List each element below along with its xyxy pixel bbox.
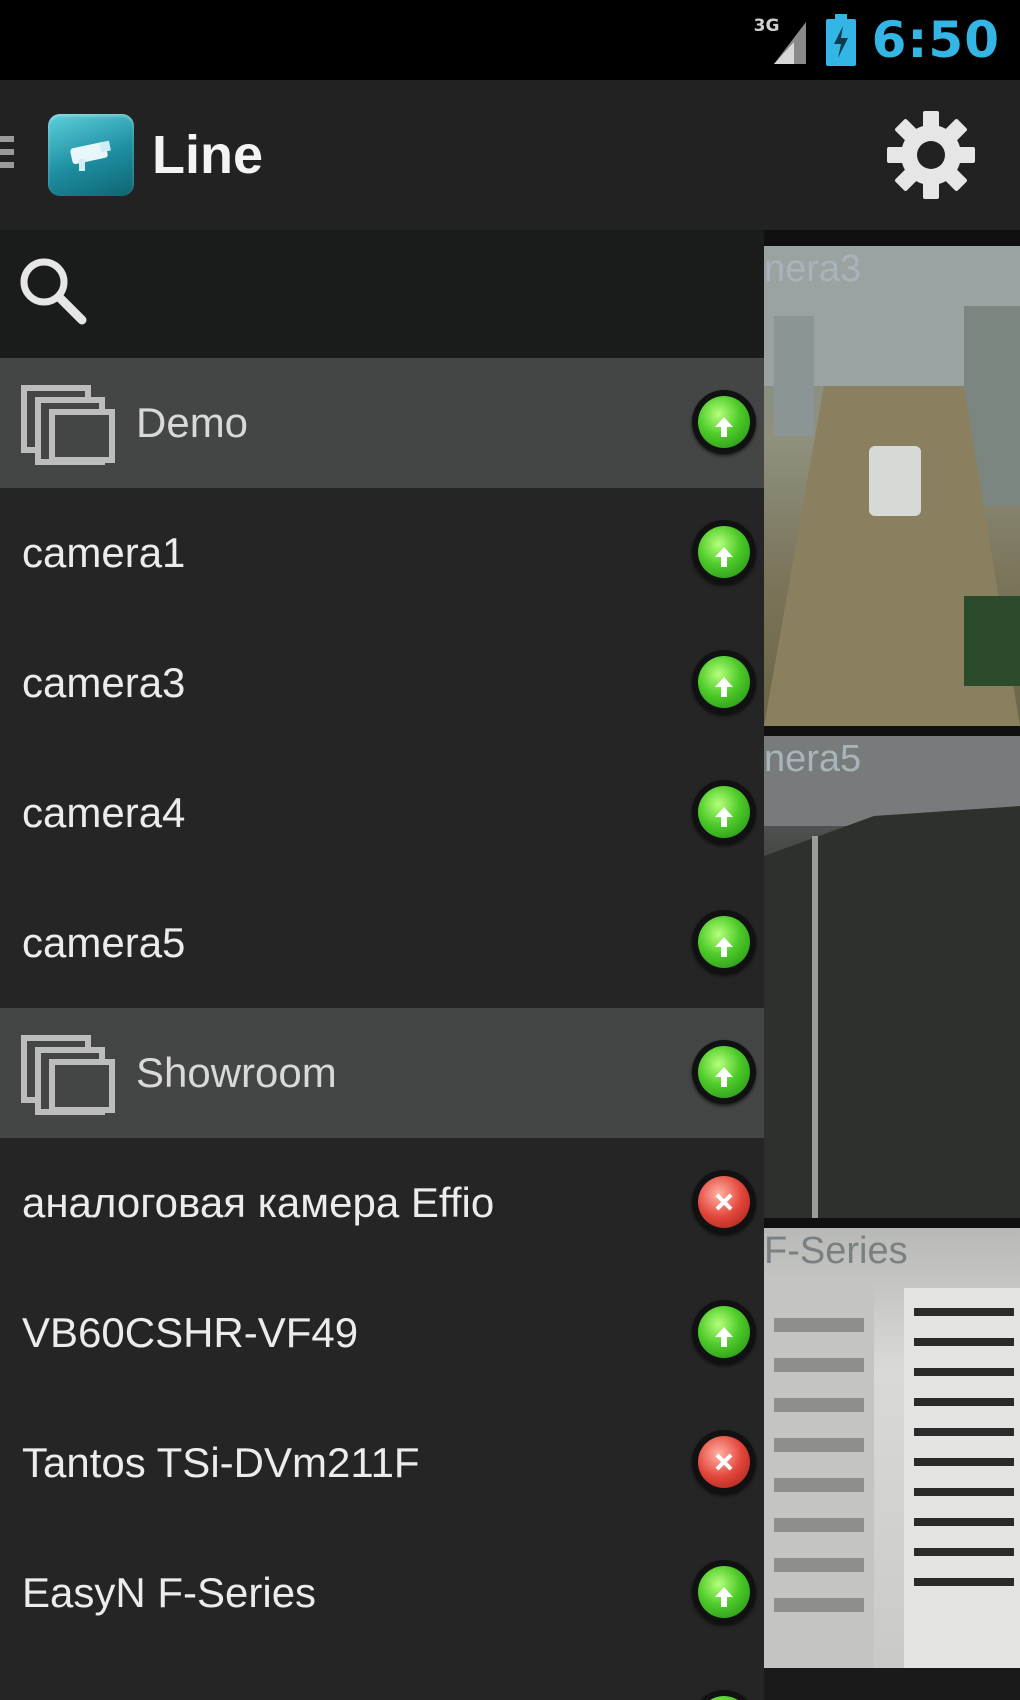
search-icon[interactable] xyxy=(14,252,90,328)
camera-drawer: Demo camera1 camera3 camera4 camera5 Sho… xyxy=(0,230,764,1700)
camera-name: аналоговая камера Effio xyxy=(22,1179,495,1226)
group-row-demo[interactable]: Demo xyxy=(0,358,764,488)
camera-name: camera4 xyxy=(22,789,186,836)
settings-button[interactable] xyxy=(876,100,986,210)
camera-row[interactable]: аналоговая камера Effio xyxy=(0,1138,764,1268)
search-bar[interactable] xyxy=(0,230,764,358)
camera-name: camera1 xyxy=(22,529,186,576)
camera-row[interactable]: camera4 xyxy=(0,748,764,878)
status-offline-icon xyxy=(692,1430,756,1494)
group-name: Demo xyxy=(136,399,249,446)
camera-row[interactable]: VB60CSHR-VF49 xyxy=(0,1268,764,1398)
battery-icon xyxy=(825,14,856,66)
camera-logo-icon[interactable] xyxy=(48,114,134,196)
network-type: 3G xyxy=(753,16,780,36)
camera-feed-image xyxy=(764,736,1020,1218)
camera-tile[interactable]: nera5 xyxy=(764,736,1020,1218)
app-screen: 3G 6:50 Line nera3 nera5 F-Series Demo c… xyxy=(0,0,1020,1700)
camera-row[interactable]: camera5 xyxy=(0,878,764,1008)
camera-name: Tantos TSi-DVm211F xyxy=(22,1439,420,1486)
camera-row-partial[interactable] xyxy=(0,1658,764,1700)
status-online-icon xyxy=(692,1300,756,1364)
camera-tile[interactable]: nera3 xyxy=(764,246,1020,726)
camera-tile-label: nera5 xyxy=(764,738,862,780)
status-online-icon xyxy=(692,650,756,714)
drawer-indicator-icon[interactable] xyxy=(0,136,18,176)
clock: 6:50 xyxy=(871,11,1000,69)
camera-row[interactable]: EasyN F-Series xyxy=(0,1528,764,1658)
status-offline-icon xyxy=(692,1170,756,1234)
camera-name: camera5 xyxy=(22,919,186,966)
camera-group-icon xyxy=(21,1035,115,1115)
camera-row[interactable]: camera1 xyxy=(0,488,764,618)
camera-tile[interactable]: F-Series xyxy=(764,1228,1020,1700)
camera-group-icon xyxy=(21,385,115,465)
status-online-icon xyxy=(692,780,756,844)
camera-feed-image xyxy=(764,246,1020,726)
action-bar: Line xyxy=(0,80,1020,230)
status-online-icon xyxy=(692,1560,756,1624)
status-bar: 3G 6:50 xyxy=(0,0,1020,80)
camera-name: VB60CSHR-VF49 xyxy=(22,1309,359,1356)
camera-feed-image xyxy=(764,1278,1020,1700)
camera-name: EasyN F-Series xyxy=(22,1569,317,1616)
camera-preview-grid[interactable]: nera3 nera5 F-Series xyxy=(764,230,1020,1700)
camera-row[interactable]: camera3 xyxy=(0,618,764,748)
status-online-icon xyxy=(692,910,756,974)
gear-icon xyxy=(887,111,975,199)
signal-icon: 3G xyxy=(754,12,810,68)
app-title: Line xyxy=(152,125,264,185)
camera-name: camera3 xyxy=(22,659,186,706)
camera-tile-label: F-Series xyxy=(764,1230,908,1272)
camera-tile-label: nera3 xyxy=(764,248,862,290)
camera-row[interactable]: Tantos TSi-DVm211F xyxy=(0,1398,764,1528)
status-online-icon xyxy=(692,520,756,584)
status-online-icon xyxy=(692,1690,756,1700)
group-name: Showroom xyxy=(136,1049,337,1096)
status-online-icon xyxy=(692,1040,756,1104)
status-online-icon xyxy=(692,390,756,454)
group-row-showroom[interactable]: Showroom xyxy=(0,1008,764,1138)
